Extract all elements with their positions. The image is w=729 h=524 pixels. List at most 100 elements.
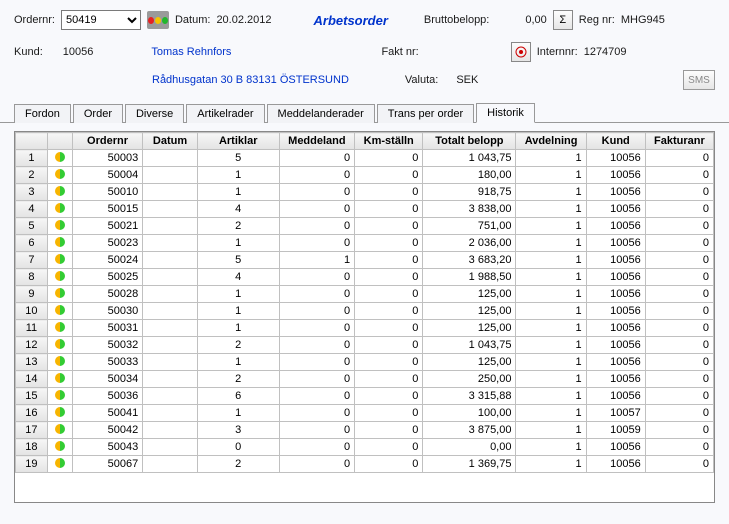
col-kmstalln[interactable]: Km-ställn (355, 133, 423, 150)
cell-km[interactable]: 0 (355, 439, 423, 456)
cell-fakturanr[interactable]: 0 (645, 388, 713, 405)
cell-avdelning[interactable]: 1 (516, 167, 586, 184)
cell-ordernr[interactable]: 50021 (72, 218, 142, 235)
cell-totalt[interactable]: 1 043,75 (423, 337, 516, 354)
cell-kund[interactable]: 10056 (586, 371, 645, 388)
cell-ordernr[interactable]: 50067 (72, 456, 142, 473)
col-totalt[interactable]: Totalt belopp (423, 133, 516, 150)
cell-fakturanr[interactable]: 0 (645, 286, 713, 303)
cell-fakturanr[interactable]: 0 (645, 422, 713, 439)
cell-km[interactable]: 0 (355, 422, 423, 439)
cell-avdelning[interactable]: 1 (516, 456, 586, 473)
table-row[interactable]: 1650041100100,001100570 (16, 405, 714, 422)
cell-avdelning[interactable]: 1 (516, 371, 586, 388)
cell-kund[interactable]: 10056 (586, 150, 645, 167)
cell-fakturanr[interactable]: 0 (645, 235, 713, 252)
intern-button[interactable] (511, 42, 531, 62)
col-avdelning[interactable]: Avdelning (516, 133, 586, 150)
tab-fordon[interactable]: Fordon (14, 104, 71, 123)
cell-datum[interactable] (143, 269, 198, 286)
cell-fakturanr[interactable]: 0 (645, 303, 713, 320)
cell-datum[interactable] (143, 388, 198, 405)
cell-artiklar[interactable]: 1 (197, 405, 279, 422)
cell-meddeland[interactable]: 0 (279, 184, 355, 201)
cell-totalt[interactable]: 0,00 (423, 439, 516, 456)
cell-meddeland[interactable]: 0 (279, 337, 355, 354)
table-row[interactable]: 19500672001 369,751100560 (16, 456, 714, 473)
cell-artiklar[interactable]: 2 (197, 371, 279, 388)
cell-km[interactable]: 0 (355, 303, 423, 320)
cell-datum[interactable] (143, 303, 198, 320)
cell-avdelning[interactable]: 1 (516, 439, 586, 456)
cell-artiklar[interactable]: 1 (197, 167, 279, 184)
cell-datum[interactable] (143, 252, 198, 269)
cell-meddeland[interactable]: 0 (279, 388, 355, 405)
cell-totalt[interactable]: 3 875,00 (423, 422, 516, 439)
cell-avdelning[interactable]: 1 (516, 150, 586, 167)
cell-kund[interactable]: 10056 (586, 320, 645, 337)
cell-km[interactable]: 0 (355, 235, 423, 252)
cell-kund[interactable]: 10056 (586, 218, 645, 235)
cell-datum[interactable] (143, 337, 198, 354)
cell-avdelning[interactable]: 1 (516, 303, 586, 320)
cell-totalt[interactable]: 1 988,50 (423, 269, 516, 286)
cell-kund[interactable]: 10056 (586, 235, 645, 252)
col-datum[interactable]: Datum (143, 133, 198, 150)
cell-km[interactable]: 0 (355, 456, 423, 473)
cell-avdelning[interactable]: 1 (516, 252, 586, 269)
tab-meddelanderader[interactable]: Meddelanderader (267, 104, 375, 123)
cell-datum[interactable] (143, 354, 198, 371)
cell-ordernr[interactable]: 50042 (72, 422, 142, 439)
cell-datum[interactable] (143, 456, 198, 473)
cell-totalt[interactable]: 125,00 (423, 320, 516, 337)
ordernr-select[interactable]: 50419 (61, 10, 141, 30)
cell-totalt[interactable]: 125,00 (423, 354, 516, 371)
table-row[interactable]: 17500423003 875,001100590 (16, 422, 714, 439)
cell-kund[interactable]: 10056 (586, 184, 645, 201)
cell-ordernr[interactable]: 50041 (72, 405, 142, 422)
cell-artiklar[interactable]: 1 (197, 303, 279, 320)
cell-meddeland[interactable]: 0 (279, 456, 355, 473)
cell-ordernr[interactable]: 50003 (72, 150, 142, 167)
cell-meddeland[interactable]: 0 (279, 150, 355, 167)
cell-meddeland[interactable]: 0 (279, 167, 355, 184)
cell-meddeland[interactable]: 0 (279, 201, 355, 218)
cell-avdelning[interactable]: 1 (516, 184, 586, 201)
table-row[interactable]: 15500366003 315,881100560 (16, 388, 714, 405)
col-artiklar[interactable]: Artiklar (197, 133, 279, 150)
cell-km[interactable]: 0 (355, 150, 423, 167)
tab-trans-per-order[interactable]: Trans per order (377, 104, 474, 123)
cell-avdelning[interactable]: 1 (516, 354, 586, 371)
cell-artiklar[interactable]: 2 (197, 218, 279, 235)
table-row[interactable]: 950028100125,001100560 (16, 286, 714, 303)
cell-ordernr[interactable]: 50015 (72, 201, 142, 218)
tab-artikelrader[interactable]: Artikelrader (186, 104, 264, 123)
cell-km[interactable]: 0 (355, 354, 423, 371)
cell-artiklar[interactable]: 5 (197, 252, 279, 269)
table-row[interactable]: 250004100180,001100560 (16, 167, 714, 184)
cell-totalt[interactable]: 125,00 (423, 286, 516, 303)
cell-artiklar[interactable]: 2 (197, 337, 279, 354)
cell-avdelning[interactable]: 1 (516, 405, 586, 422)
cell-ordernr[interactable]: 50034 (72, 371, 142, 388)
tab-order[interactable]: Order (73, 104, 123, 123)
cell-meddeland[interactable]: 0 (279, 269, 355, 286)
cell-km[interactable]: 0 (355, 201, 423, 218)
cell-datum[interactable] (143, 235, 198, 252)
sms-button[interactable]: SMS (683, 70, 715, 90)
cell-kund[interactable]: 10056 (586, 269, 645, 286)
cell-ordernr[interactable]: 50033 (72, 354, 142, 371)
cell-kund[interactable]: 10056 (586, 252, 645, 269)
cell-totalt[interactable]: 751,00 (423, 218, 516, 235)
cell-totalt[interactable]: 3 315,88 (423, 388, 516, 405)
cell-datum[interactable] (143, 320, 198, 337)
cell-ordernr[interactable]: 50023 (72, 235, 142, 252)
cell-datum[interactable] (143, 286, 198, 303)
cell-avdelning[interactable]: 1 (516, 388, 586, 405)
cell-avdelning[interactable]: 1 (516, 201, 586, 218)
cell-avdelning[interactable]: 1 (516, 218, 586, 235)
table-row[interactable]: 1450034200250,001100560 (16, 371, 714, 388)
cell-totalt[interactable]: 250,00 (423, 371, 516, 388)
cell-datum[interactable] (143, 422, 198, 439)
cell-km[interactable]: 0 (355, 320, 423, 337)
